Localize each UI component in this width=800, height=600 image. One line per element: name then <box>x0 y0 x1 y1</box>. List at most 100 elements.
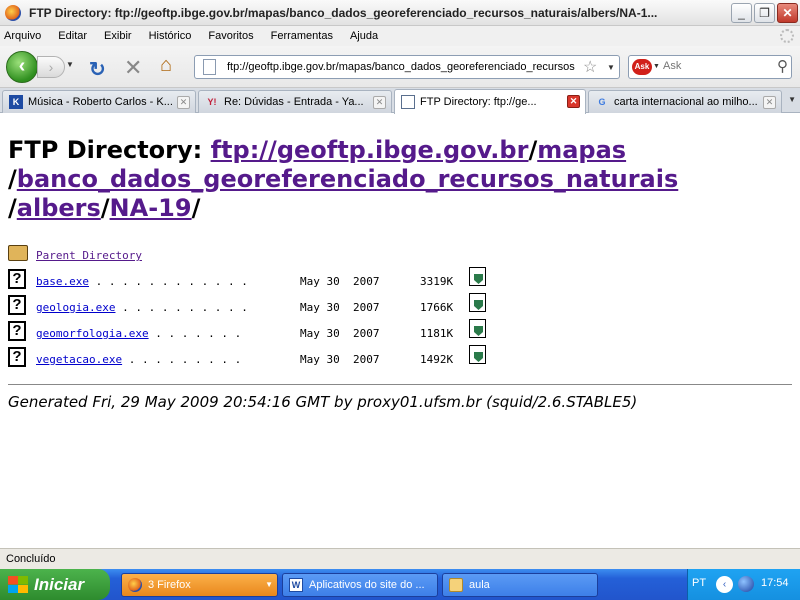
heading-prefix: FTP Directory: <box>8 136 211 164</box>
tab-roberto-carlos[interactable]: K Música - Roberto Carlos - K... ✕ <box>2 90 196 113</box>
menu-historico[interactable]: Histórico <box>149 30 192 42</box>
forward-button[interactable]: › <box>37 56 65 78</box>
status-text: Concluído <box>6 553 56 565</box>
horizontal-rule <box>8 384 792 385</box>
close-button[interactable]: ✕ <box>777 3 798 23</box>
tab-close-icon[interactable]: ✕ <box>373 96 386 109</box>
start-button[interactable]: Iniciar <box>0 569 110 600</box>
file-link[interactable]: base.exe <box>36 275 89 288</box>
path-separator: / <box>528 136 538 164</box>
parent-directory-link[interactable]: Parent Directory <box>36 249 142 262</box>
tab-google-search[interactable]: G carta internacional ao milho... ✕ <box>588 90 782 113</box>
url-bar[interactable]: ftp://geoftp.ibge.gov.br/mapas/banco_dad… <box>194 55 620 79</box>
list-item: ? . . . . . . . geomorfologia.exe May 30… <box>8 319 486 347</box>
file-listing: Parent Directory ? . . . . . . . . . . .… <box>8 243 486 373</box>
page-favicon-icon <box>401 95 415 109</box>
taskbar: Iniciar 3 Firefox ▼ W Aplicativos do sit… <box>0 569 800 600</box>
tab-yahoo-mail[interactable]: Y! Re: Dúvidas - Entrada - Ya... ✕ <box>198 90 392 113</box>
tab-list-dropdown-icon[interactable]: ▼ <box>788 95 796 104</box>
unknown-file-icon: ? <box>8 321 26 341</box>
path-link-host[interactable]: ftp://geoftp.ibge.gov.br <box>211 136 529 164</box>
window-titlebar: FTP Directory: ftp://geoftp.ibge.gov.br/… <box>0 0 800 26</box>
taskbar-item-firefox[interactable]: 3 Firefox ▼ <box>121 573 278 597</box>
search-engine-dropdown-icon[interactable]: ▼ <box>653 63 660 70</box>
yahoo-favicon-icon: Y! <box>207 97 217 107</box>
file-date: May 30 2007 <box>300 275 380 288</box>
back-button[interactable]: ‹ <box>6 51 38 83</box>
status-bar: Concluído <box>0 548 800 569</box>
tab-close-icon[interactable]: ✕ <box>177 96 190 109</box>
file-link[interactable]: vegetacao.exe <box>36 353 122 366</box>
file-date: May 30 2007 <box>300 353 380 366</box>
menu-arquivo[interactable]: Arquivo <box>4 30 41 42</box>
path-link-mapas[interactable]: mapas <box>537 136 626 164</box>
task-label: Aplicativos do site do ... <box>309 579 425 591</box>
download-icon[interactable] <box>469 267 486 286</box>
url-text[interactable]: ftp://geoftp.ibge.gov.br/mapas/banco_dad… <box>227 61 577 73</box>
bookmark-star-icon[interactable]: ☆ <box>583 57 597 77</box>
url-dropdown-icon[interactable]: ▼ <box>607 63 615 72</box>
path-separator: / <box>100 194 110 222</box>
tab-ftp-directory[interactable]: FTP Directory: ftp://ge... ✕ <box>394 89 586 114</box>
taskbar-item-aula[interactable]: aula <box>442 573 598 597</box>
path-separator: / <box>8 194 17 222</box>
folder-icon <box>449 578 463 592</box>
file-link[interactable]: geomorfologia.exe <box>36 327 149 340</box>
file-size: 1181K <box>420 327 454 340</box>
download-icon[interactable] <box>469 319 486 338</box>
path-link-banco-dados[interactable]: banco_dados_georeferenciado_recursos_nat… <box>17 165 679 193</box>
window-title: FTP Directory: ftp://geoftp.ibge.gov.br/… <box>29 5 658 20</box>
reload-icon[interactable]: ↻ <box>89 57 106 82</box>
minimize-button[interactable]: _ <box>731 3 752 23</box>
menu-ajuda[interactable]: Ajuda <box>350 30 378 42</box>
tray-expand-icon[interactable]: ‹ <box>716 576 733 593</box>
file-size: 3319K <box>420 275 454 288</box>
tab-close-icon[interactable]: ✕ <box>567 95 580 108</box>
google-favicon-icon: G <box>598 97 606 107</box>
file-date: May 30 2007 <box>300 327 380 340</box>
file-date: May 30 2007 <box>300 301 380 314</box>
menu-editar[interactable]: Editar <box>58 30 87 42</box>
taskbar-item-word[interactable]: W Aplicativos do site do ... <box>282 573 438 597</box>
firefox-icon <box>5 4 21 21</box>
clock: 17:54 <box>761 577 789 589</box>
home-icon[interactable]: ⌂ <box>160 54 172 77</box>
path-link-albers[interactable]: albers <box>17 194 101 222</box>
search-input[interactable] <box>663 60 763 72</box>
search-engine-icon[interactable]: Ask <box>632 59 652 75</box>
menu-favoritos[interactable]: Favoritos <box>208 30 253 42</box>
path-separator: / <box>191 194 201 222</box>
navigation-toolbar: ‹ › ▼ ↻ ✕ ⌂ ftp://geoftp.ibge.gov.br/map… <box>0 46 800 88</box>
list-item: ? . . . . . . . . . vegetacao.exe May 30… <box>8 345 486 373</box>
task-label: aula <box>469 579 490 591</box>
generated-note: Generated Fri, 29 May 2009 20:54:16 GMT … <box>8 393 638 411</box>
search-icon[interactable]: ⚲ <box>777 57 788 75</box>
file-size: 1492K <box>420 353 454 366</box>
page-icon <box>203 59 216 75</box>
network-icon[interactable] <box>738 576 754 592</box>
stop-icon[interactable]: ✕ <box>124 55 142 81</box>
file-link[interactable]: geologia.exe <box>36 301 115 314</box>
menu-exibir[interactable]: Exibir <box>104 30 132 42</box>
list-item-parent: Parent Directory <box>8 243 142 269</box>
tab-label: Re: Dúvidas - Entrada - Ya... <box>224 96 364 108</box>
tab-label: FTP Directory: ftp://ge... <box>420 96 537 108</box>
folder-up-icon <box>8 245 28 261</box>
list-item: ? . . . . . . . . . . . . base.exe May 3… <box>8 267 486 295</box>
firefox-icon <box>128 578 142 592</box>
tab-close-icon[interactable]: ✕ <box>763 96 776 109</box>
file-size: 1766K <box>420 301 454 314</box>
history-dropdown-icon[interactable]: ▼ <box>66 60 74 69</box>
path-link-na-19[interactable]: NA-19 <box>110 194 192 222</box>
download-icon[interactable] <box>469 345 486 364</box>
list-item: ? . . . . . . . . . . geologia.exe May 3… <box>8 293 486 321</box>
search-bar[interactable]: Ask ▼ ⚲ <box>628 55 792 79</box>
tab-label: Música - Roberto Carlos - K... <box>28 96 173 108</box>
menu-ferramentas[interactable]: Ferramentas <box>271 30 333 42</box>
maximize-button[interactable]: ❐ <box>754 3 775 23</box>
download-icon[interactable] <box>469 293 486 312</box>
unknown-file-icon: ? <box>8 269 26 289</box>
language-indicator[interactable]: PT <box>692 577 706 589</box>
loading-throbber-icon <box>780 29 794 43</box>
unknown-file-icon: ? <box>8 295 26 315</box>
